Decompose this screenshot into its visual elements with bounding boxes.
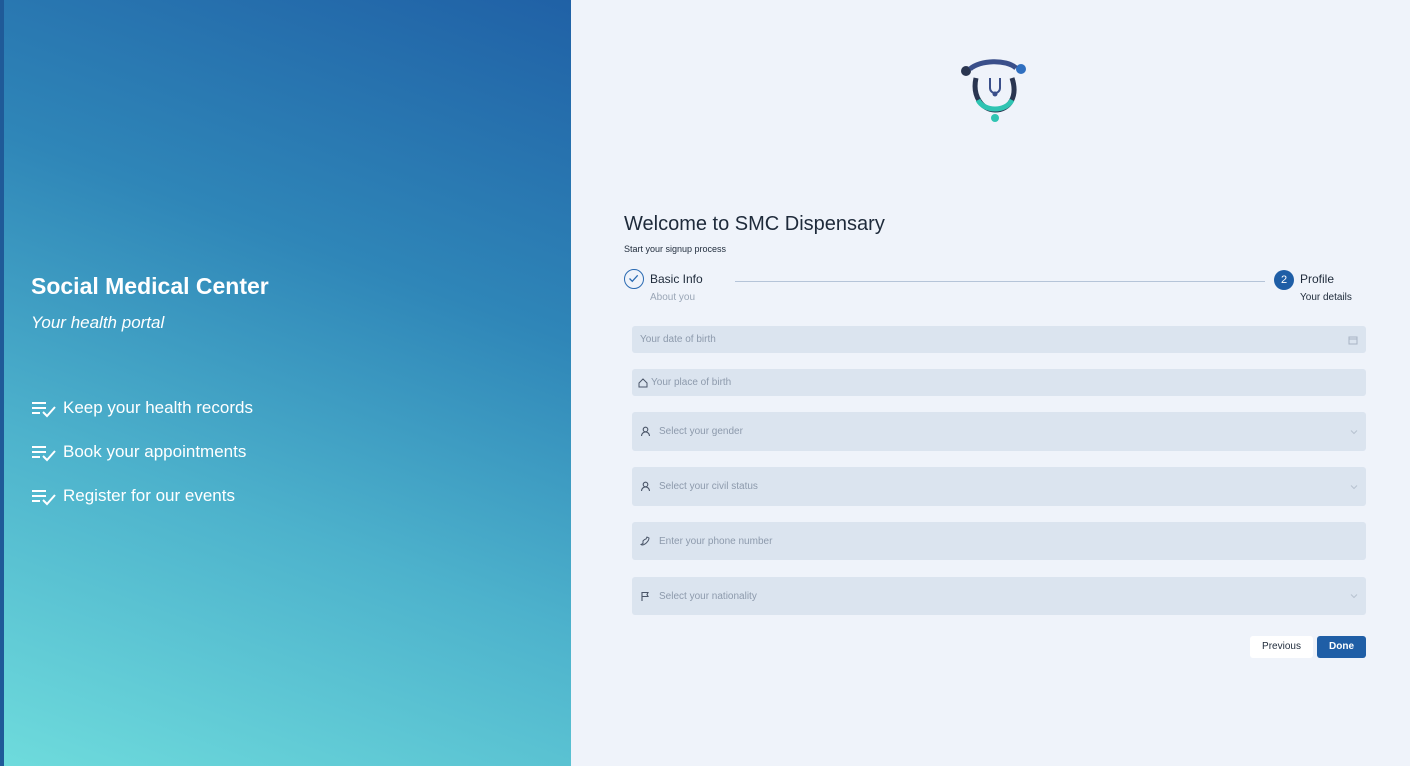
step-profile-description: Your details <box>1300 292 1352 303</box>
chevron-down-icon <box>1350 484 1358 489</box>
place-of-birth-input[interactable]: Your place of birth <box>632 369 1366 396</box>
step-basic-info-description: About you <box>650 292 696 303</box>
civil-status-select[interactable]: Select your civil status <box>632 467 1366 506</box>
step-profile-label: Profile <box>1300 272 1335 286</box>
page-subtitle: Start your signup process <box>624 244 727 254</box>
feature-label: Book your appointments <box>63 442 247 461</box>
stepper-connector <box>735 281 1265 282</box>
calendar-icon[interactable] <box>1348 335 1358 345</box>
feature-item: Keep your health records <box>31 386 253 430</box>
civil-status-placeholder: Select your civil status <box>659 481 758 492</box>
brand-subtitle: Your health portal <box>31 313 165 332</box>
step-completed-check-icon <box>624 269 644 289</box>
flag-icon <box>641 591 649 601</box>
list-check-icon <box>32 490 56 506</box>
phone-number-input[interactable]: Enter your phone number <box>632 522 1366 560</box>
step-profile-number: 2 <box>1274 270 1294 290</box>
feature-label: Keep your health records <box>63 398 253 417</box>
feature-item: Book your appointments <box>31 430 253 474</box>
previous-button[interactable]: Previous <box>1250 636 1313 658</box>
list-check-icon <box>32 446 56 462</box>
stethoscope-logo-icon <box>961 59 1026 122</box>
date-of-birth-input[interactable]: Your date of birth <box>632 326 1366 353</box>
home-icon <box>638 377 648 387</box>
date-of-birth-placeholder: Your date of birth <box>640 334 716 345</box>
chevron-down-icon <box>1350 429 1358 434</box>
feature-label: Register for our events <box>63 486 235 505</box>
brand-title: Social Medical Center <box>31 273 269 299</box>
list-check-icon <box>32 402 56 418</box>
step-basic-info-label: Basic Info <box>650 272 703 286</box>
nationality-placeholder: Select your nationality <box>659 590 757 602</box>
user-icon <box>640 426 651 437</box>
signup-panel: Welcome to SMC Dispensary Start your sig… <box>571 0 1410 766</box>
user-icon <box>640 481 651 492</box>
chevron-down-icon <box>1350 594 1358 599</box>
phone-number-placeholder: Enter your phone number <box>659 535 773 547</box>
phone-icon <box>640 535 650 546</box>
done-button[interactable]: Done <box>1317 636 1366 658</box>
nationality-select[interactable]: Select your nationality <box>632 577 1366 615</box>
feature-item: Register for our events <box>31 474 253 518</box>
feature-list: Keep your health records Book your appoi… <box>31 386 253 518</box>
place-of-birth-placeholder: Your place of birth <box>651 377 732 388</box>
page-title: Welcome to SMC Dispensary <box>624 213 885 235</box>
check-icon <box>629 274 639 283</box>
logo <box>958 56 1030 131</box>
gender-select[interactable]: Select your gender <box>632 412 1366 451</box>
brand-panel: Social Medical Center Your health portal… <box>0 0 571 766</box>
gender-placeholder: Select your gender <box>659 426 743 437</box>
